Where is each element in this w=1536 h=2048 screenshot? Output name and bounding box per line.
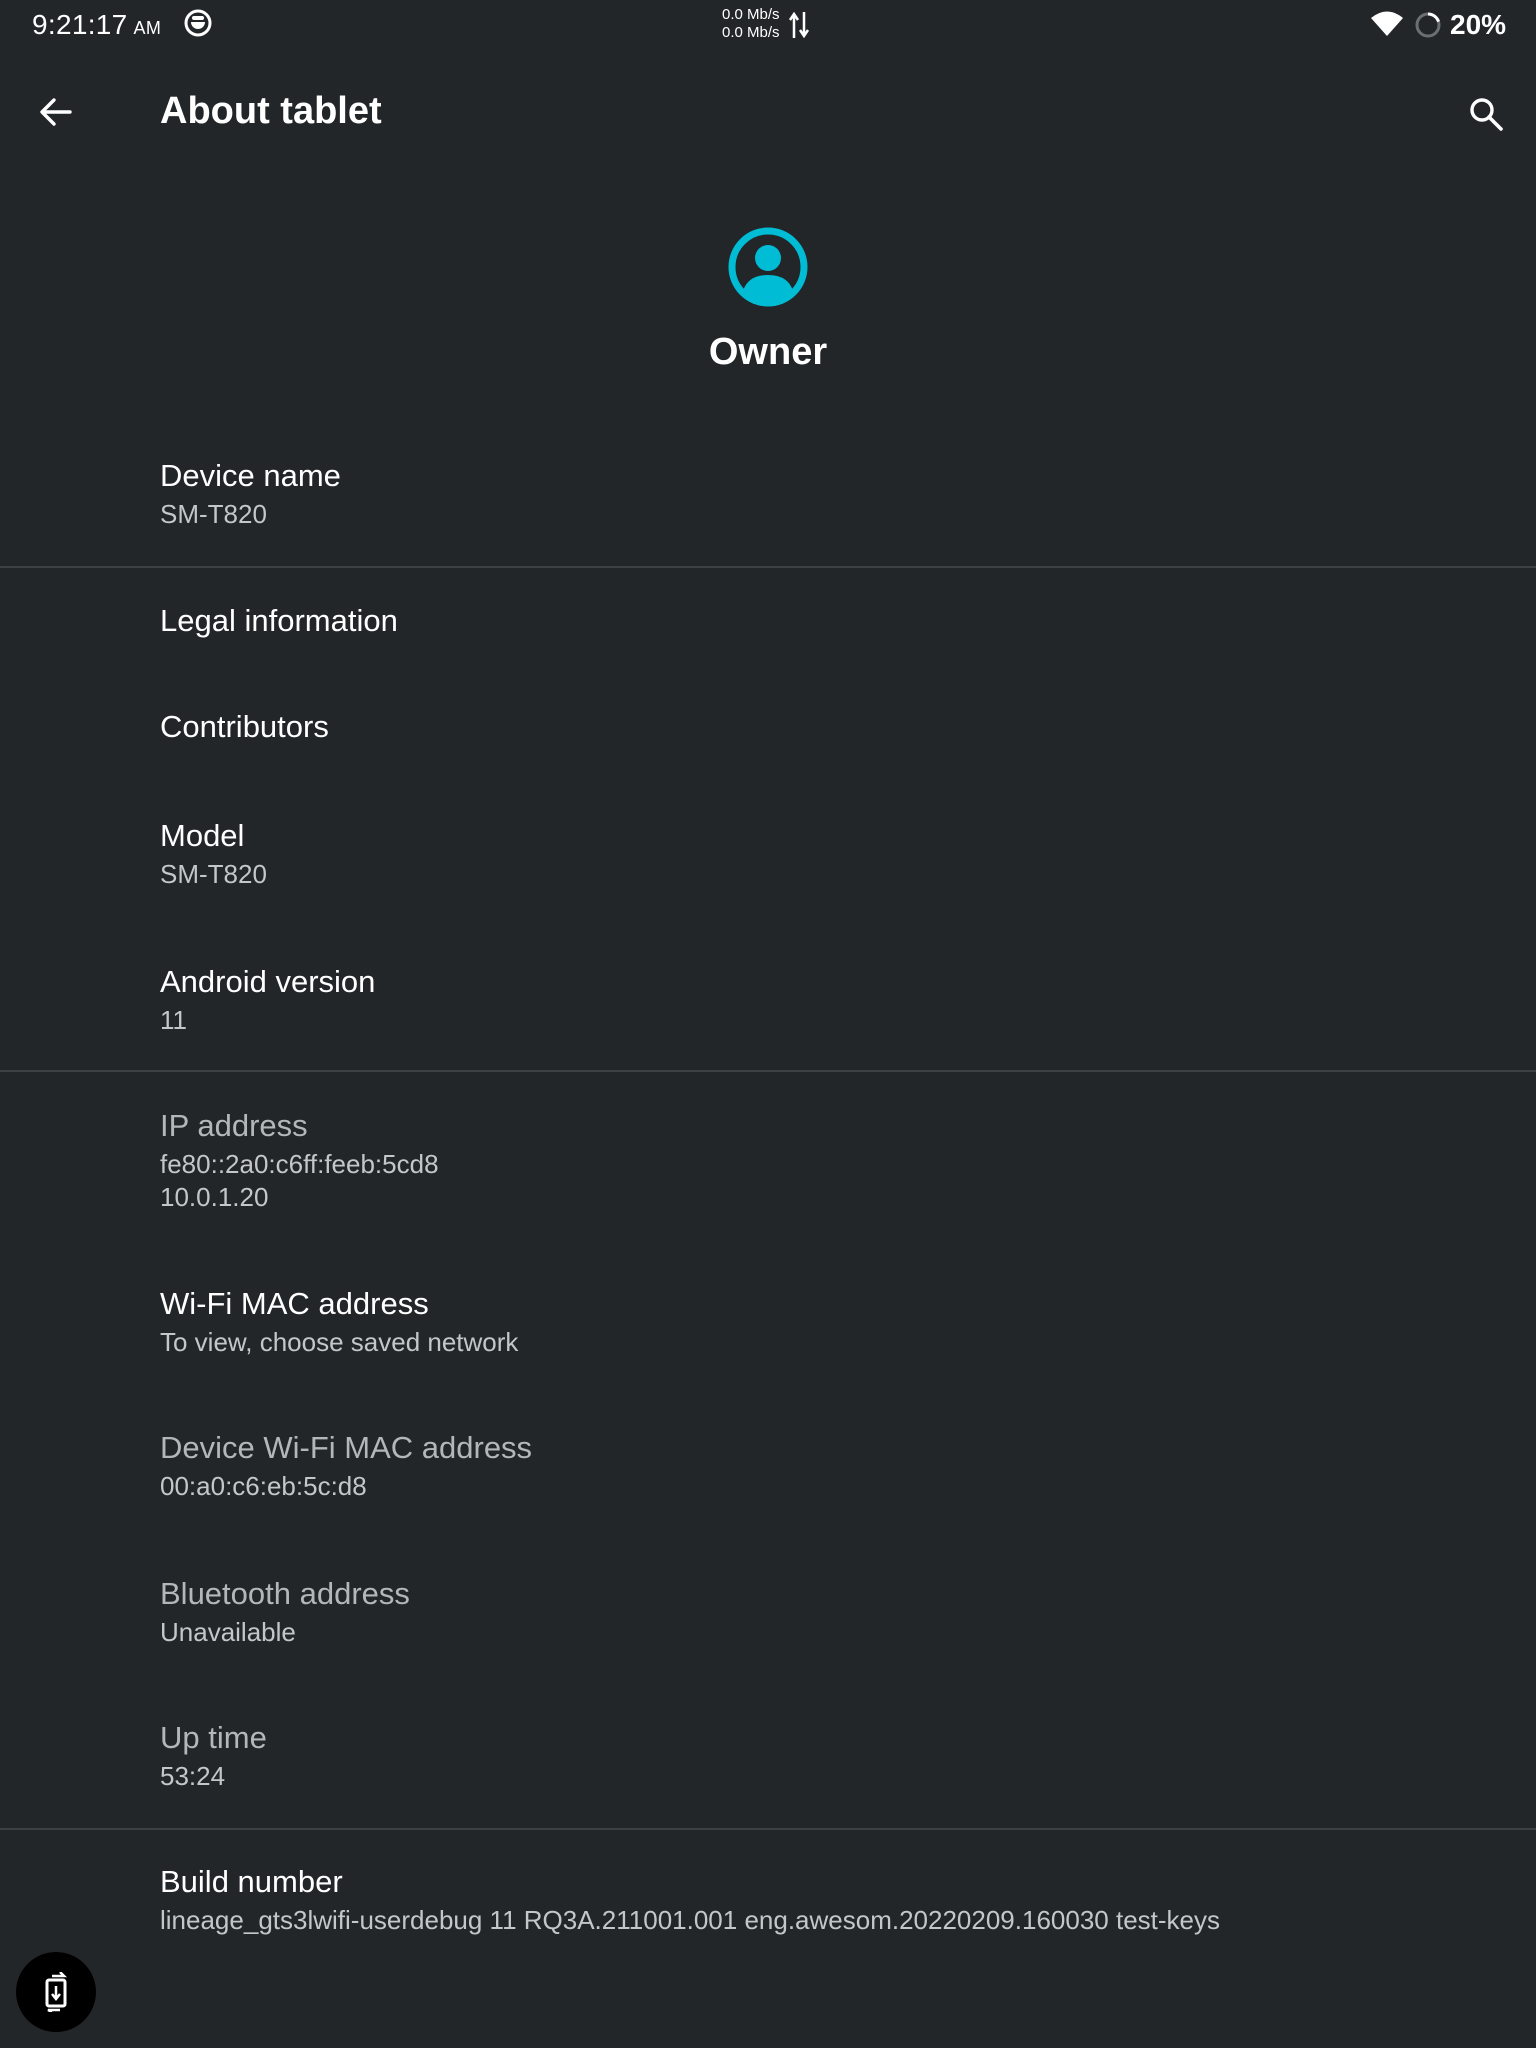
pref-title: Legal information bbox=[160, 603, 398, 638]
device-name-item[interactable]: Device name SM-T820 bbox=[0, 430, 1536, 566]
pref-summary: Unavailable bbox=[160, 1617, 296, 1647]
network-speed: 0.0 Mb/s 0.0 Mb/s bbox=[722, 6, 780, 42]
pref-title: Wi-Fi MAC address bbox=[160, 1286, 429, 1321]
status-time-value: 9:21:17 bbox=[32, 9, 128, 40]
pref-summary-line1: fe80::2a0:c6ff:feeb:5cd8 bbox=[160, 1149, 439, 1179]
data-transfer-icon bbox=[788, 11, 810, 39]
pref-title: Build number bbox=[160, 1864, 343, 1899]
back-button[interactable] bbox=[30, 86, 82, 138]
pref-summary-line2: 10.0.1.20 bbox=[160, 1182, 269, 1212]
page-title: About tablet bbox=[160, 90, 382, 132]
screen-rotation-icon bbox=[45, 1972, 68, 2012]
status-am-pm: AM bbox=[133, 18, 162, 38]
ip-address-item[interactable]: IP address fe80::2a0:c6ff:feeb:5cd8 10.0… bbox=[0, 1072, 1536, 1250]
pref-summary: lineage_gts3lwifi-userdebug 11 RQ3A.2110… bbox=[160, 1905, 1220, 1935]
network-speed-down: 0.0 Mb/s bbox=[722, 24, 780, 41]
model-item[interactable]: Model SM-T820 bbox=[0, 780, 1536, 924]
app-bar: About tablet bbox=[0, 60, 1536, 170]
pref-title: IP address bbox=[160, 1108, 308, 1143]
pref-summary: To view, choose saved network bbox=[160, 1327, 519, 1357]
pref-title: Bluetooth address bbox=[160, 1576, 410, 1611]
legal-information-item[interactable]: Legal information bbox=[0, 568, 1536, 674]
pref-summary: 00:a0:c6:eb:5c:d8 bbox=[160, 1471, 367, 1501]
back-arrow-icon bbox=[40, 98, 72, 126]
up-time-item[interactable]: Up time 53:24 bbox=[0, 1684, 1536, 1828]
user-avatar-icon[interactable] bbox=[726, 225, 810, 309]
pref-title: Device name bbox=[160, 458, 341, 493]
contributors-item[interactable]: Contributors bbox=[0, 674, 1536, 780]
status-clock: 9:21:17 AM bbox=[32, 9, 161, 41]
search-button[interactable] bbox=[1460, 88, 1512, 140]
battery-icon bbox=[1415, 12, 1441, 38]
build-number-item[interactable]: Build number lineage_gts3lwifi-userdebug… bbox=[0, 1830, 1536, 1980]
pref-title: Model bbox=[160, 818, 245, 853]
wifi-icon bbox=[1371, 11, 1403, 36]
bluetooth-address-item[interactable]: Bluetooth address Unavailable bbox=[0, 1540, 1536, 1684]
pref-title: Contributors bbox=[160, 709, 329, 744]
pref-summary: 11 bbox=[160, 1005, 187, 1035]
pref-title: Android version bbox=[160, 964, 376, 999]
pref-summary: SM-T820 bbox=[160, 499, 267, 529]
rotate-screen-button[interactable] bbox=[16, 1952, 96, 2032]
battery-percent: 20% bbox=[1450, 9, 1507, 40]
owner-name: Owner bbox=[708, 331, 828, 373]
device-wifi-mac-address-item[interactable]: Device Wi-Fi MAC address 00:a0:c6:eb:5c:… bbox=[0, 1394, 1536, 1540]
network-speed-up: 0.0 Mb/s bbox=[722, 6, 780, 23]
wifi-mac-address-item[interactable]: Wi-Fi MAC address To view, choose saved … bbox=[0, 1250, 1536, 1394]
status-bar: 9:21:17 AM 0.0 Mb/s 0.0 Mb/s 20% bbox=[0, 0, 1536, 50]
about-tablet-screen: 9:21:17 AM 0.0 Mb/s 0.0 Mb/s 20% About t… bbox=[0, 0, 1536, 2048]
pref-title: Device Wi-Fi MAC address bbox=[160, 1430, 533, 1465]
pref-title: Up time bbox=[160, 1720, 267, 1755]
android-version-item[interactable]: Android version 11 bbox=[0, 924, 1536, 1070]
owner-header: Owner bbox=[0, 225, 1536, 374]
app-notification-icon bbox=[184, 9, 212, 37]
search-icon bbox=[1470, 98, 1503, 131]
pref-summary: SM-T820 bbox=[160, 859, 267, 889]
pref-summary: 53:24 bbox=[160, 1761, 226, 1791]
